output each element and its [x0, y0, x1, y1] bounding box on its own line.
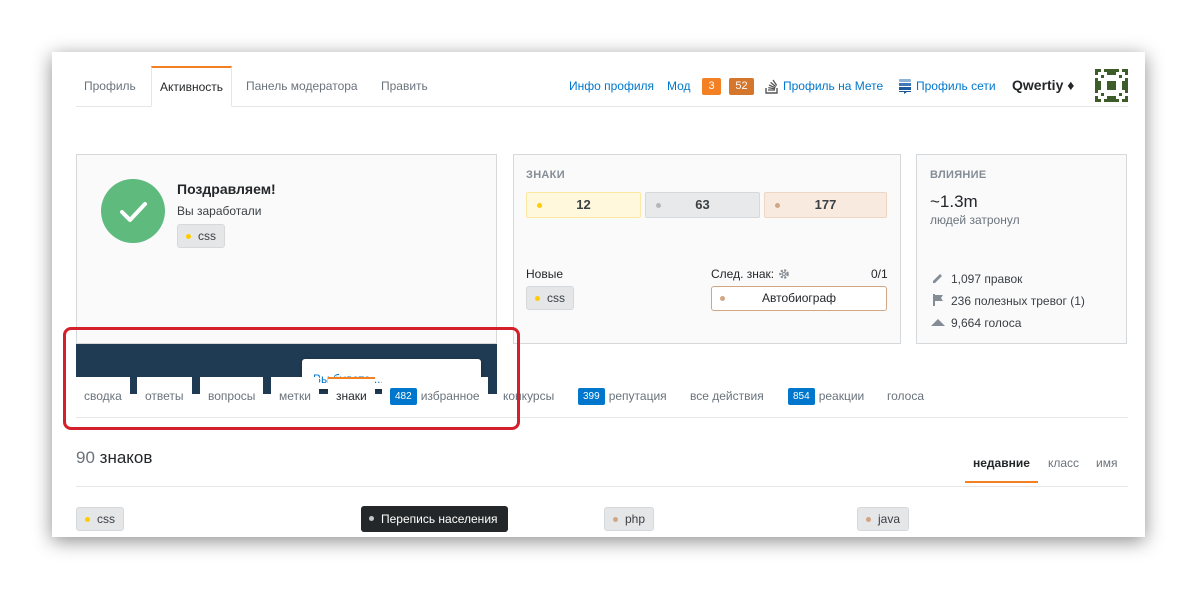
badges-count-title: 90 знаков — [76, 448, 152, 468]
gold-count: 12 — [576, 197, 591, 212]
badges-card: ЗНАКИ 12 63 177 Новые css След. знак: 0/… — [513, 154, 901, 344]
next-badge-name: Автобиограф — [762, 291, 836, 305]
gold-dot-icon — [535, 296, 540, 301]
new-badges-label: Новые — [526, 267, 564, 281]
badges-count-label: знаков — [99, 448, 153, 467]
meta-profile-link[interactable]: Профиль на Мете — [783, 79, 883, 93]
sort-underline — [965, 481, 1038, 483]
reactions-count-badge: 854 — [788, 388, 815, 405]
badge-item[interactable]: Перепись населения — [361, 506, 508, 532]
bronze-dot-icon — [866, 517, 871, 522]
tab-all-actions[interactable]: все действия — [682, 377, 772, 413]
tab-reputation[interactable]: 399 репутация — [570, 377, 675, 413]
badge-item[interactable]: java — [857, 507, 910, 531]
gold-dot-icon — [85, 517, 90, 522]
gold-dot-icon — [186, 234, 191, 239]
edits-count: 1,097 правок — [951, 272, 1023, 286]
reach-value: ~1.3m — [930, 192, 978, 211]
divider — [76, 486, 1128, 487]
flag-icon — [931, 293, 945, 310]
reach-label: людей затронул — [930, 213, 1020, 227]
silver-count: 63 — [695, 197, 710, 212]
tab-votes[interactable]: голоса — [879, 377, 932, 413]
sort-class[interactable]: класс — [1048, 456, 1079, 470]
next-badge-label: След. знак: — [711, 267, 775, 281]
badge-label: java — [878, 512, 901, 526]
flags-count: 236 полезных тревог (1) — [951, 294, 1085, 308]
badge-label: css — [547, 291, 565, 305]
badges-count: 90 — [76, 448, 95, 467]
pencil-icon — [931, 271, 945, 288]
bronze-dot-icon — [720, 296, 725, 301]
stackexchange-icon — [898, 79, 912, 94]
next-badge[interactable]: Автобиограф — [711, 286, 887, 311]
upvote-icon — [930, 316, 946, 331]
bronze-dot-icon — [775, 203, 780, 208]
tab-reactions[interactable]: 854 реакции — [780, 377, 872, 413]
bronze-count: 177 — [814, 197, 837, 212]
highlight-box — [63, 327, 520, 430]
badge-label: php — [625, 512, 646, 526]
gold-dot-icon — [537, 203, 542, 208]
gold-badge-count[interactable]: 12 — [526, 192, 641, 218]
badge-label: Перепись населения — [381, 512, 498, 526]
impact-card: ВЛИЯНИЕ ~1.3m людей затронул 1,097 право… — [916, 154, 1127, 344]
profile-info-link[interactable]: Инфо профиля — [569, 79, 654, 93]
user-name[interactable]: Qwertiy ♦ — [1012, 77, 1074, 93]
congrats-card: Поздравляем! Вы заработали css — [76, 154, 497, 344]
congrats-title: Поздравляем! — [177, 181, 276, 197]
sort-recent[interactable]: недавние — [973, 456, 1030, 470]
mod-count-badge[interactable]: 3 — [702, 78, 721, 95]
reputation-count-badge: 399 — [578, 388, 605, 405]
avatar[interactable] — [1095, 69, 1128, 102]
mod-count-badge[interactable]: 52 — [729, 78, 754, 95]
network-profile-link[interactable]: Профиль сети — [916, 79, 996, 93]
tab-reactions-label: реакции — [818, 389, 865, 403]
badge-item[interactable]: css — [76, 507, 124, 531]
tab-reputation-label: репутация — [608, 389, 667, 403]
earned-badge[interactable]: css — [177, 224, 225, 248]
badge-label: css — [97, 512, 115, 526]
badges-card-title: ЗНАКИ — [526, 169, 565, 181]
bronze-dot-icon — [613, 517, 618, 522]
impact-card-title: ВЛИЯНИЕ — [930, 169, 987, 181]
checkmark-icon — [101, 179, 165, 243]
new-badge[interactable]: css — [526, 286, 574, 310]
silver-dot-icon — [369, 516, 374, 521]
mod-link[interactable]: Мод — [667, 79, 691, 93]
stackoverflow-meta-icon — [764, 78, 780, 94]
profile-page: Профиль Активность Панель модератора Пра… — [52, 52, 1145, 537]
next-badge-progress: 0/1 — [871, 267, 888, 281]
badge-label: css — [198, 229, 216, 243]
congrats-subtitle: Вы заработали — [177, 204, 262, 218]
sort-name[interactable]: имя — [1096, 456, 1117, 470]
header-links: Инфо профиля Мод 3 52 Профиль на Мете Пр… — [52, 66, 1145, 107]
gear-icon[interactable] — [778, 268, 790, 280]
badge-item[interactable]: php — [604, 507, 655, 531]
silver-badge-count[interactable]: 63 — [645, 192, 760, 218]
votes-count: 9,664 голоса — [951, 316, 1022, 330]
silver-dot-icon — [656, 203, 661, 208]
bronze-badge-count[interactable]: 177 — [764, 192, 887, 218]
